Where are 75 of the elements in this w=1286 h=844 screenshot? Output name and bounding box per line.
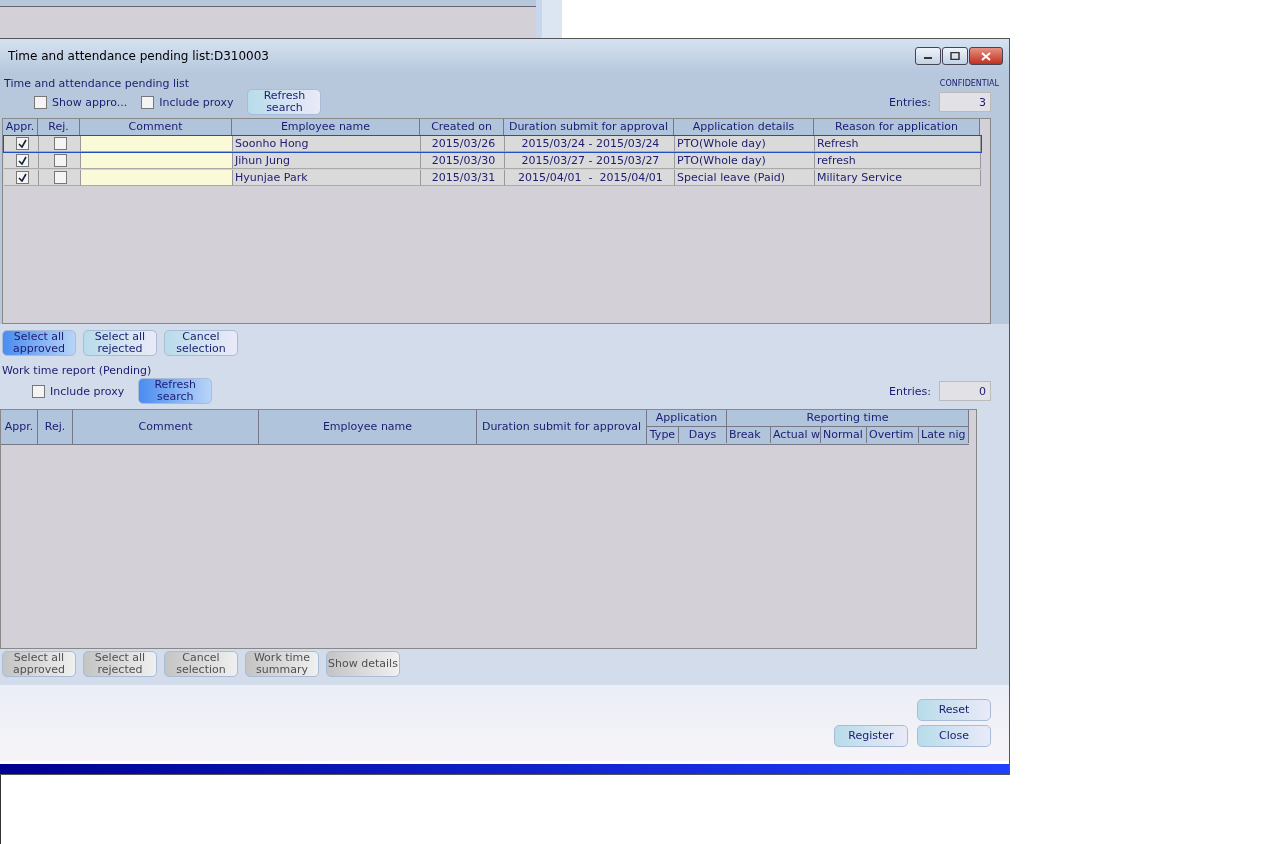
close-icon — [981, 51, 991, 61]
approve-checkbox[interactable] — [15, 137, 29, 150]
table-cell: Refresh — [815, 136, 981, 152]
reject-checkbox[interactable] — [54, 171, 67, 184]
table-cell: Special leave (Paid) — [675, 170, 815, 186]
table-cell: 2015/03/24 - 2015/03/24 — [505, 136, 675, 152]
action-button: Show details — [326, 651, 400, 677]
column-header: Appr. — [1, 410, 38, 444]
column-header: Application details — [674, 119, 814, 135]
column-header: Break — [727, 427, 771, 443]
table-cell: Jihun Jung — [233, 153, 421, 169]
table-cell: PTO(Whole day) — [675, 136, 815, 152]
reject-checkbox[interactable] — [54, 154, 67, 167]
footer-button[interactable]: Register — [834, 725, 908, 747]
selection-button[interactable]: Cancel selection — [164, 330, 238, 356]
approve-checkbox[interactable] — [15, 154, 29, 167]
comment-field[interactable] — [81, 153, 233, 169]
column-group-header: Reporting time — [727, 410, 969, 427]
column-header: Overtim — [867, 427, 919, 443]
close-button[interactable] — [969, 47, 1003, 65]
table-cell: 2015/04/01 - 2015/04/01 — [505, 170, 675, 186]
column-header: Late nig — [919, 427, 969, 443]
refresh-search-button[interactable]: Refresh search — [247, 89, 322, 115]
column-header: Actual w — [771, 427, 821, 443]
reject-checkbox[interactable] — [54, 137, 67, 150]
entries-count: 3 — [939, 92, 991, 112]
approve-checkbox[interactable] — [15, 171, 29, 184]
filter-checkbox[interactable]: Show appro... — [34, 95, 128, 109]
column-header: Employee name — [259, 410, 477, 444]
table-cell: 2015/03/26 — [421, 136, 505, 152]
table-cell: 2015/03/30 — [421, 153, 505, 169]
action-button: Cancel selection — [164, 651, 238, 677]
column-header: Rej. — [38, 410, 73, 444]
filter-checkbox[interactable]: Include proxy — [141, 95, 234, 109]
column-header: Days — [679, 427, 727, 443]
footer-button[interactable]: Close — [917, 725, 991, 747]
column-header: Duration submit for approval — [477, 410, 647, 444]
column-header: Reason for application — [814, 119, 980, 135]
section-heading: Work time report (Pending) — [2, 364, 153, 377]
column-header: Comment — [73, 410, 259, 444]
entries-label: Entries: — [888, 384, 931, 398]
section-heading: Time and attendance pending list — [4, 77, 190, 90]
column-header: Normal — [821, 427, 867, 443]
maximize-button[interactable] — [942, 47, 968, 65]
column-header: Comment — [80, 119, 232, 135]
filter-checkbox[interactable]: Include proxy — [32, 384, 125, 398]
column-header: Rej. — [38, 119, 80, 135]
minimize-button[interactable] — [915, 47, 941, 65]
column-group-header: Application — [647, 410, 727, 427]
column-header: Type — [647, 427, 679, 443]
selection-button[interactable]: Select all approved — [2, 330, 76, 356]
column-header: Employee name — [232, 119, 420, 135]
table-cell: Hyunjae Park — [233, 170, 421, 186]
action-button: Select all rejected — [83, 651, 157, 677]
column-header: Appr. — [3, 119, 38, 135]
table-cell: refresh — [815, 153, 981, 169]
action-button: Work time summary — [245, 651, 319, 677]
reset-button[interactable]: Reset — [917, 699, 991, 721]
column-header: Duration submit for approval — [504, 119, 674, 135]
maximize-icon — [950, 52, 960, 60]
table-cell: 2015/03/31 — [421, 170, 505, 186]
comment-field[interactable] — [81, 136, 233, 152]
entries-count: 0 — [939, 381, 991, 401]
refresh-search-button[interactable]: Refresh search — [138, 378, 213, 404]
table-cell: 2015/03/27 - 2015/03/27 — [505, 153, 675, 169]
comment-field[interactable] — [81, 170, 233, 186]
entries-label: Entries: — [888, 95, 931, 109]
action-button: Select all approved — [2, 651, 76, 677]
confidential-label: CONFIDENTIAL — [939, 79, 999, 88]
table-cell: Military Service — [815, 170, 981, 186]
table-cell: Soonho Hong — [233, 136, 421, 152]
table-cell: PTO(Whole day) — [675, 153, 815, 169]
column-header: Created on — [420, 119, 504, 135]
selection-button[interactable]: Select all rejected — [83, 330, 157, 356]
window-title: Time and attendance pending list:D310003 — [8, 49, 269, 63]
